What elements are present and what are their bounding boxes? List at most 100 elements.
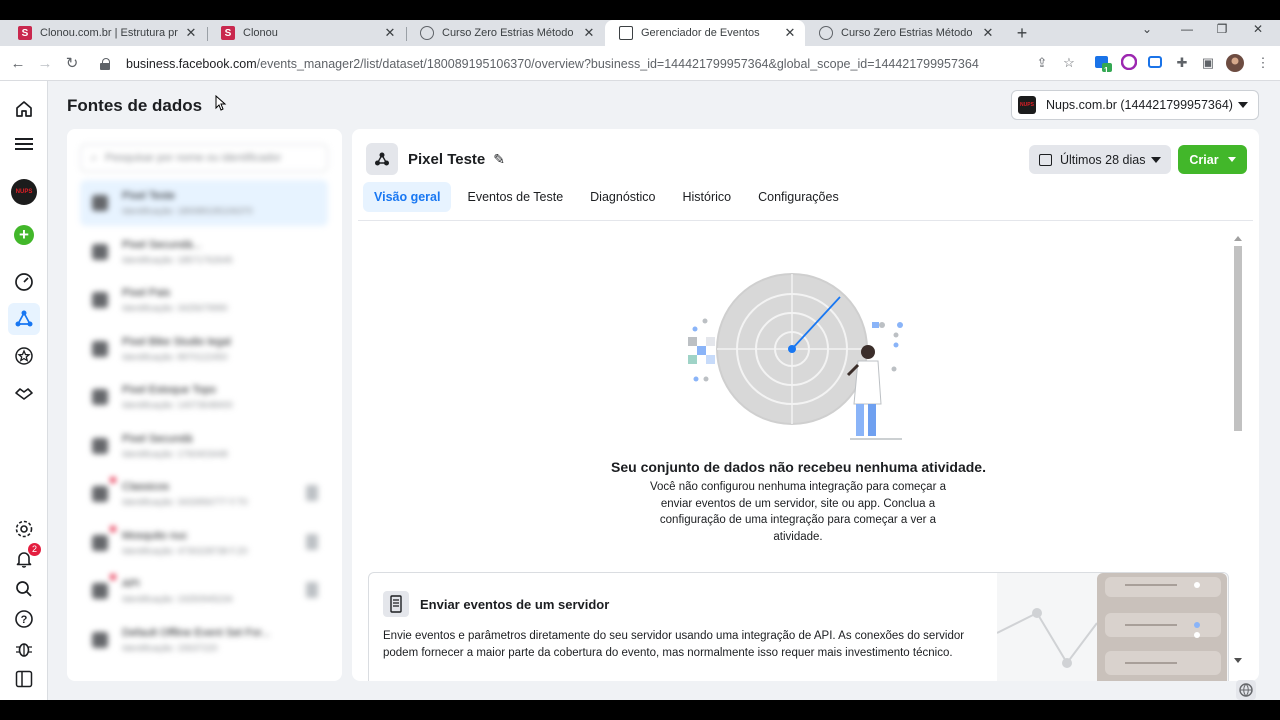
bug-report-icon[interactable] — [8, 633, 40, 665]
data-source-text: Pixel Secundá Identificação: 1760403448 — [122, 433, 228, 459]
scroll-up-arrow-icon[interactable] — [1234, 236, 1242, 241]
search-placeholder: Pesquisar por nome ou identificador — [105, 152, 282, 164]
data-source-item[interactable]: Pixel Pais Identificação: 3425679990 — [80, 277, 328, 323]
chevron-down-icon[interactable]: ⌄ — [1137, 22, 1157, 36]
address-bar[interactable]: business.facebook.com/events_manager2/li… — [90, 51, 1090, 76]
browser-tab-4-active[interactable]: Gerenciador de Eventos ✕ — [605, 20, 805, 46]
data-source-name: Pixel Secundá... — [122, 238, 202, 251]
data-source-text: Pixel Secundá... Identificação: 185717626… — [122, 239, 233, 265]
data-source-id: Identificação: 3425679990 — [122, 303, 228, 313]
close-icon[interactable]: ✕ — [383, 25, 397, 41]
url-host: business.facebook.com — [126, 56, 257, 71]
maximize-icon[interactable]: ❐ — [1212, 22, 1232, 36]
globe-icon — [819, 26, 833, 40]
close-icon[interactable]: ✕ — [582, 25, 596, 41]
tab-settings[interactable]: Configurações — [747, 182, 850, 212]
notifications-badge: 2 — [28, 543, 41, 556]
data-source-item[interactable]: Pixel Secundá... Identificação: 185717626… — [80, 229, 328, 275]
pixel-icon — [366, 143, 398, 175]
data-source-icon — [92, 292, 108, 308]
data-source-name: Default Offline Event Set For... — [122, 626, 271, 639]
data-sources-icon[interactable] — [8, 303, 40, 335]
dashboard-gauge-icon[interactable] — [8, 266, 40, 298]
back-arrow-icon[interactable]: ← — [8, 54, 28, 74]
data-source-item[interactable]: Pixel Estoque Topo Identificação: 1407364… — [80, 374, 328, 420]
close-icon[interactable]: ✕ — [184, 25, 198, 41]
calendar-icon — [1039, 153, 1052, 166]
account-selector[interactable]: NUPS Nups.com.br (144421799957364) — [1011, 90, 1259, 120]
puzzle-icon[interactable]: ✚ — [1173, 54, 1191, 72]
create-label: Criar — [1189, 152, 1219, 167]
browser-tab-3[interactable]: Curso Zero Estrias Método Ameri ✕ — [406, 20, 604, 46]
settings-gear-icon[interactable] — [8, 513, 40, 545]
forward-arrow-icon[interactable]: → — [35, 54, 55, 74]
tab-overview[interactable]: Visão geral — [363, 182, 452, 212]
create-button[interactable]: Criar — [1178, 145, 1247, 174]
close-icon[interactable]: ✕ — [981, 25, 995, 41]
sources-search-input[interactable]: ⌕ Pesquisar por nome ou identificador — [80, 144, 328, 172]
notifications-bell-icon[interactable]: 2 — [8, 543, 41, 575]
empty-state-description: Você não configurou nenhuma integração p… — [649, 481, 946, 543]
profile-avatar[interactable] — [1226, 54, 1244, 72]
data-source-icon — [92, 243, 108, 260]
star-icon[interactable]: ☆ — [1060, 54, 1078, 72]
data-source-item[interactable]: Default Offline Event Set For... Identifi… — [80, 617, 328, 663]
side-panel-icon[interactable]: ▣ — [1199, 54, 1217, 72]
main-scrollbar[interactable] — [1232, 234, 1244, 667]
data-source-item[interactable]: Classicos Identificação: 3433956777 F.T0 — [80, 471, 328, 517]
browser-tab-1[interactable]: S Clonou.com.br | Estrutura própria ✕ — [4, 20, 206, 46]
extension-blue-icon[interactable] — [1146, 54, 1164, 72]
extension-purple-icon[interactable] — [1120, 53, 1138, 72]
reload-icon[interactable]: ↻ — [62, 54, 82, 74]
new-tab-plus-icon[interactable]: + — [1013, 23, 1031, 43]
data-source-item[interactable]: Pixel Teste Identificação: 18008919510637… — [80, 180, 328, 226]
alert-dot — [110, 477, 116, 483]
add-button[interactable]: + — [8, 219, 40, 251]
star-badge-icon[interactable] — [8, 340, 40, 372]
plus-icon: + — [14, 225, 34, 245]
tab-title: Curso Zero Estrias Método Ameri — [442, 27, 576, 39]
tab-test-events[interactable]: Eventos de Teste — [456, 182, 574, 212]
minimize-icon[interactable]: — — [1177, 22, 1197, 36]
data-source-item[interactable]: Pixel Bike Studio legal Identificação: 89… — [80, 326, 328, 372]
account-avatar[interactable]: NUPS — [8, 176, 40, 208]
language-globe-icon[interactable] — [1236, 680, 1256, 700]
close-icon[interactable]: ✕ — [783, 25, 797, 41]
url-text: business.facebook.com/events_manager2/li… — [126, 57, 979, 71]
data-source-icon — [92, 437, 108, 454]
caret-down-icon — [1151, 156, 1161, 163]
handshake-icon[interactable] — [8, 377, 40, 409]
edit-pencil-icon[interactable]: ✎ — [493, 151, 505, 168]
facebook-favicon-icon — [619, 26, 633, 40]
menu-icon[interactable] — [8, 128, 40, 160]
share-icon[interactable]: ⇪ — [1033, 54, 1051, 72]
server-card-title: Enviar eventos de um servidor — [420, 597, 610, 612]
scroll-thumb[interactable] — [1234, 246, 1242, 431]
home-icon[interactable] — [8, 93, 40, 125]
left-nav: NUPS + 2 ? — [0, 81, 48, 700]
globe-icon — [420, 26, 434, 40]
tab-diagnostics[interactable]: Diagnóstico — [579, 182, 666, 212]
tab-history[interactable]: Histórico — [671, 182, 742, 212]
server-illustration — [996, 573, 1228, 681]
data-source-icon — [92, 389, 108, 405]
empty-state-illustration — [688, 273, 903, 440]
send-server-events-card[interactable]: Enviar eventos de um servidor Envie even… — [368, 572, 1229, 681]
pixel-header: Pixel Teste ✎ — [366, 143, 505, 175]
browser-tab-5[interactable]: Curso Zero Estrias Método Ameri ✕ — [805, 20, 1003, 46]
browser-tab-2[interactable]: S Clonou ✕ — [207, 20, 405, 46]
scroll-down-arrow-icon[interactable] — [1234, 658, 1242, 663]
data-source-item[interactable]: API Identificação: 19250945234 — [80, 568, 328, 614]
close-window-icon[interactable]: ✕ — [1248, 22, 1268, 36]
data-source-item[interactable]: Mosquito nuc Identificação: 4730228738 F.… — [80, 520, 328, 566]
more-vertical-icon[interactable]: ⋮ — [1254, 54, 1272, 72]
data-source-item[interactable]: Pixel Secundá Identificação: 1760403448 — [80, 423, 328, 469]
help-icon[interactable]: ? — [8, 603, 40, 635]
clonou-favicon-icon: S — [221, 26, 235, 40]
panel-toggle-icon[interactable] — [8, 663, 40, 695]
data-source-id: Identificação: 18571762645 — [122, 254, 233, 265]
extension-icon[interactable]: 1 — [1094, 54, 1112, 75]
sources-blurred-content: ⌕ Pesquisar por nome ou identificador Pi… — [67, 129, 342, 681]
search-icon[interactable] — [8, 573, 40, 605]
date-range-button[interactable]: Últimos 28 dias — [1029, 145, 1171, 174]
